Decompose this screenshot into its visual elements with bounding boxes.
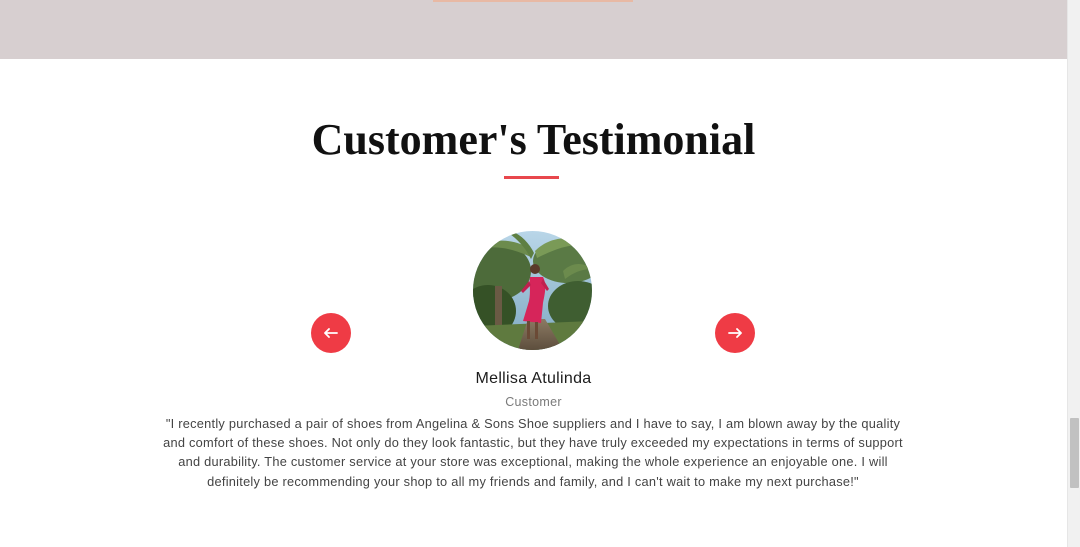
page: Customer's Testimonial Mellisa Atulinda … <box>0 0 1080 547</box>
arrow-right-icon <box>728 328 742 338</box>
customer-role: Customer <box>505 395 562 409</box>
testimonial-quote: "I recently purchased a pair of shoes fr… <box>163 416 903 489</box>
customer-photo <box>473 231 592 350</box>
top-banner-section <box>0 0 1067 59</box>
previous-testimonial-button[interactable] <box>311 313 351 353</box>
section-title: Customer's Testimonial <box>311 115 756 164</box>
banner-accent-line <box>433 0 633 2</box>
title-underline <box>504 176 559 179</box>
customer-name: Mellisa Atulinda <box>475 370 592 387</box>
scrollbar-thumb[interactable] <box>1070 418 1079 488</box>
customer-avatar <box>473 231 592 350</box>
arrow-left-icon <box>324 328 338 338</box>
next-testimonial-button[interactable] <box>715 313 755 353</box>
page-scrollbar[interactable] <box>1067 0 1080 547</box>
